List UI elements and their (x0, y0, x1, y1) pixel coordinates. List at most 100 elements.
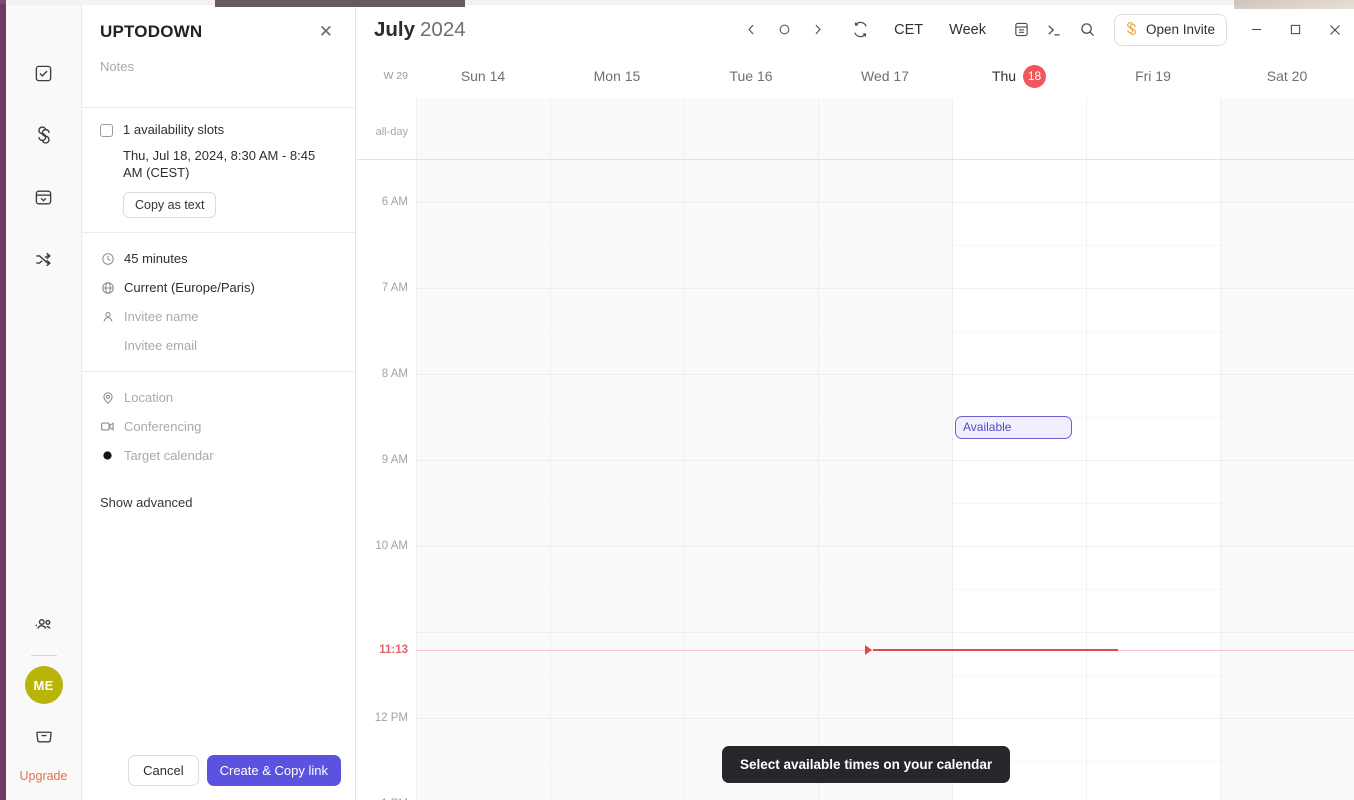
maximize-button[interactable] (1276, 12, 1315, 48)
slots-count-label: 1 availability slots (123, 122, 225, 137)
minimize-button[interactable] (1237, 12, 1276, 48)
page-title: July 2024 (374, 18, 466, 42)
timezone-toggle[interactable]: CET (885, 17, 932, 43)
conferencing-row[interactable]: Conferencing (100, 415, 337, 438)
contacts-icon[interactable] (24, 605, 64, 645)
copy-as-text-button[interactable]: Copy as text (123, 192, 217, 218)
month-label: July (374, 17, 416, 41)
today-badge: 18 (1023, 64, 1047, 88)
day-label: Thu (991, 68, 1017, 84)
all-day-cell[interactable] (684, 98, 818, 159)
duration-value: 45 minutes (124, 251, 188, 266)
cancel-button[interactable]: Cancel (128, 755, 199, 786)
all-day-cell[interactable] (1086, 98, 1220, 159)
rail-divider (30, 655, 57, 656)
day-column-thu-18[interactable]: Available (952, 160, 1086, 800)
show-advanced-link[interactable]: Show advanced (82, 481, 355, 524)
globe-icon (100, 280, 115, 295)
invitee-name-row[interactable]: Invitee name (100, 305, 337, 328)
create-copy-link-button[interactable]: Create & Copy link (206, 755, 341, 786)
all-day-cell[interactable] (550, 98, 684, 159)
all-day-cell[interactable] (818, 98, 952, 159)
window-background-app-titlebar (215, 0, 465, 7)
left-icon-rail: ME Upgrade (6, 5, 82, 800)
day-column-fri-19[interactable] (1086, 160, 1220, 800)
conferencing-input[interactable]: Conferencing (124, 419, 201, 434)
panel-header: UPTODOWN ✕ (82, 5, 355, 43)
open-invite-button[interactable]: Open Invite (1113, 13, 1227, 46)
day-header-sun-14[interactable]: Sun 14 (416, 68, 550, 84)
slots-checkbox[interactable] (100, 124, 113, 137)
time-label: 8 AM (381, 368, 408, 380)
workspace-bag-icon[interactable] (24, 716, 64, 756)
timezone-row[interactable]: Current (Europe/Paris) (100, 276, 337, 299)
timezone-value: Current (Europe/Paris) (124, 280, 255, 295)
day-header-tue-16[interactable]: Tue 16 (684, 68, 818, 84)
window-left-edge (0, 0, 6, 800)
meeting-options-section: 45 minutes Current (Europe/Paris) Invite… (82, 232, 355, 371)
current-time-arrow (865, 645, 872, 655)
day-label: Sun 14 (460, 68, 506, 84)
day-headers: W 29 Sun 14 Mon 15 Tue 16 Wed 17 Thu 18 … (357, 54, 1354, 98)
tasks-icon[interactable] (24, 53, 64, 93)
all-day-cell[interactable] (416, 98, 550, 159)
close-icon[interactable]: ✕ (315, 21, 337, 43)
time-label: 12 PM (374, 712, 408, 724)
next-week-button[interactable] (801, 15, 834, 45)
video-camera-icon (100, 419, 115, 434)
invite-loop-icon (1124, 21, 1139, 39)
prev-week-button[interactable] (735, 15, 768, 45)
invitee-email-input[interactable]: Invitee email (124, 338, 197, 353)
notes-input[interactable]: Notes (82, 43, 355, 107)
day-column-sat-20[interactable] (1220, 160, 1354, 800)
terminal-icon[interactable] (1038, 15, 1071, 45)
inbox-icon[interactable] (24, 177, 64, 217)
duration-row[interactable]: 45 minutes (100, 247, 337, 270)
location-input[interactable]: Location (124, 390, 173, 405)
panel-title: UPTODOWN (100, 22, 203, 41)
avatar[interactable]: ME (24, 666, 63, 704)
day-header-mon-15[interactable]: Mon 15 (550, 68, 684, 84)
links-icon[interactable] (24, 115, 64, 155)
location-row[interactable]: Location (100, 386, 337, 409)
hint-tooltip: Select available times on your calendar (722, 746, 1011, 783)
week-number-label: W 29 (383, 70, 408, 82)
day-label: Wed 17 (861, 68, 909, 84)
calendar-color-dot-icon (100, 448, 115, 463)
day-header-wed-17[interactable]: Wed 17 (818, 68, 952, 84)
event-available[interactable]: Available (955, 416, 1072, 439)
slot-time-text: Thu, Jul 18, 2024, 8:30 AM - 8:45 AM (CE… (123, 148, 316, 180)
shuffle-icon[interactable] (24, 239, 64, 279)
time-label: 7 AM (381, 282, 408, 294)
invitee-email-row[interactable]: Invitee email (100, 334, 337, 357)
app-window: ME Upgrade UPTODOWN ✕ Notes 1 availabili… (0, 0, 1354, 800)
invitee-name-input[interactable]: Invitee name (124, 309, 198, 324)
location-section: Location Conferencing Target calendar (82, 371, 355, 481)
calendar-toolbar: July 2024 CET Week Open Invite (357, 5, 1354, 54)
all-day-cell[interactable] (1220, 98, 1354, 159)
day-header-thu-18[interactable]: Thu 18 (952, 64, 1086, 88)
day-column-sun-14[interactable] (416, 160, 550, 800)
time-grid-columns: 6 AM 7 AM 8 AM 9 AM 10 AM 11:13 12 PM 1 … (357, 160, 1354, 800)
all-day-cell[interactable] (952, 98, 1086, 159)
today-button[interactable] (768, 15, 801, 45)
time-label: 10 AM (375, 540, 408, 552)
upgrade-link[interactable]: Upgrade (14, 766, 74, 786)
current-time-line-today (873, 649, 1118, 651)
day-column-mon-15[interactable] (550, 160, 684, 800)
target-calendar-input[interactable]: Target calendar (124, 448, 214, 463)
day-column-tue-16[interactable] (684, 160, 818, 800)
day-header-fri-19[interactable]: Fri 19 (1086, 68, 1220, 84)
current-time-label: 11:13 (379, 644, 408, 656)
day-column-wed-17[interactable] (818, 160, 952, 800)
day-label: Sat 20 (1266, 68, 1308, 84)
clock-icon (100, 251, 115, 266)
calendar-icon[interactable] (1005, 15, 1038, 45)
time-label: 9 AM (381, 454, 408, 466)
view-selector[interactable]: Week (940, 17, 995, 43)
search-icon[interactable] (1071, 15, 1104, 45)
day-header-sat-20[interactable]: Sat 20 (1220, 68, 1354, 84)
target-calendar-row[interactable]: Target calendar (100, 444, 337, 467)
refresh-icon[interactable] (844, 15, 877, 45)
close-button[interactable] (1315, 12, 1354, 48)
